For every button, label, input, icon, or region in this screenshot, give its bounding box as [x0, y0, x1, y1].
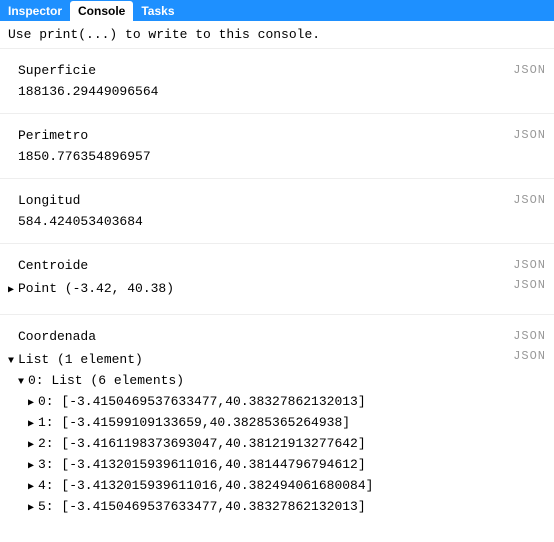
chevron-right-icon[interactable]: ▶ [28, 457, 38, 476]
chevron-right-icon[interactable]: ▶ [28, 415, 38, 434]
chevron-right-icon[interactable]: ▶ [28, 478, 38, 497]
list-item: ▶4: [-3.4132015939611016,40.382494061680… [28, 476, 546, 497]
entry-perimetro: JSON Perimetro 1850.776354896957 [0, 114, 554, 179]
entry-label: Perimetro [18, 128, 546, 143]
tab-inspector[interactable]: Inspector [0, 1, 70, 21]
console-hint: Use print(...) to write to this console. [0, 21, 554, 49]
json-badge[interactable]: JSON [513, 278, 546, 292]
entry-value: 1850.776354896957 [18, 149, 546, 164]
list-item: ▶1: [-3.41599109133659,40.38285365264938… [28, 413, 546, 434]
chevron-right-icon[interactable]: ▶ [28, 436, 38, 455]
entry-label: Coordenada [8, 329, 546, 344]
list-item: ▶5: [-3.4150469537633477,40.383278621320… [28, 497, 546, 518]
json-badge[interactable]: JSON [513, 329, 546, 343]
json-badge[interactable]: JSON [513, 258, 546, 272]
tab-tasks[interactable]: Tasks [133, 1, 182, 21]
json-badge[interactable]: JSON [513, 63, 546, 77]
list-item: ▶3: [-3.4132015939611016,40.381447967946… [28, 455, 546, 476]
entry-longitud: JSON Longitud 584.424053403684 [0, 179, 554, 244]
list-item: ▶2: [-3.4161198373693047,40.381219132776… [28, 434, 546, 455]
entry-label: Superficie [18, 63, 546, 78]
entry-superficie: JSON Superficie 188136.29449096564 [0, 49, 554, 114]
json-badge[interactable]: JSON [513, 193, 546, 207]
list-item: ▶0: [-3.4150469537633477,40.383278621320… [28, 392, 546, 413]
entry-value: Point (-3.42, 40.38) [18, 281, 174, 296]
json-badge[interactable]: JSON [513, 128, 546, 142]
entry-centroide: JSON JSON Centroide ▶Point (-3.42, 40.38… [0, 244, 554, 315]
list-index: 1: [38, 415, 61, 430]
tab-bar: Inspector Console Tasks [0, 0, 554, 21]
list-value: [-3.41599109133659,40.38285365264938] [61, 415, 350, 430]
chevron-right-icon[interactable]: ▶ [8, 281, 18, 300]
chevron-down-icon[interactable]: ▼ [8, 352, 18, 371]
list-value: [-3.4150469537633477,40.38327862132013] [61, 394, 365, 409]
list-value: [-3.4161198373693047,40.38121913277642] [61, 436, 365, 451]
list-index: 0: [38, 394, 61, 409]
chevron-right-icon[interactable]: ▶ [28, 394, 38, 413]
entry-label: Centroide [8, 258, 546, 273]
list-index: 3: [38, 457, 61, 472]
entry-value: 584.424053403684 [18, 214, 546, 229]
list-index: 2: [38, 436, 61, 451]
list-value: [-3.4150469537633477,40.38327862132013] [61, 499, 365, 514]
entry-label: Longitud [18, 193, 546, 208]
list-index: 5: [38, 499, 61, 514]
entry-value: 188136.29449096564 [18, 84, 546, 99]
entry-coordenada: JSON JSON Coordenada ▼List (1 element) ▼… [0, 315, 554, 532]
coord-list: ▶0: [-3.4150469537633477,40.383278621320… [18, 392, 546, 518]
list-header: List (1 element) [18, 352, 143, 367]
chevron-right-icon[interactable]: ▶ [28, 499, 38, 518]
list-value: [-3.4132015939611016,40.382494061680084] [61, 478, 373, 493]
list-item-header: 0: List (6 elements) [28, 373, 184, 388]
list-index: 4: [38, 478, 61, 493]
tab-console[interactable]: Console [70, 1, 133, 21]
chevron-down-icon[interactable]: ▼ [18, 373, 28, 392]
list-value: [-3.4132015939611016,40.38144796794612] [61, 457, 365, 472]
